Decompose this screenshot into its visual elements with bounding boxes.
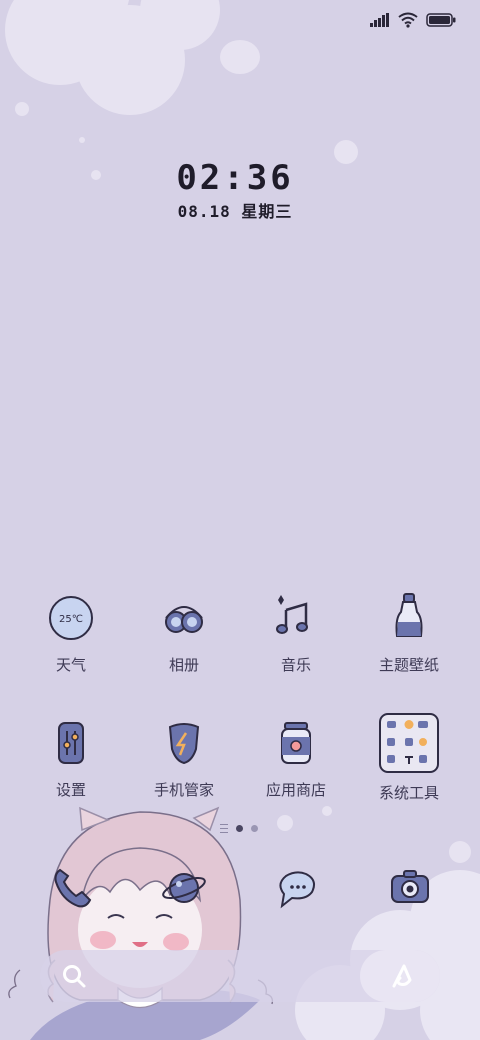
page-indicator[interactable] xyxy=(220,824,258,833)
page-dot-1 xyxy=(236,825,243,832)
status-bar xyxy=(370,8,456,32)
app-label-security: 手机管家 xyxy=(153,781,214,799)
app-label-music: 音乐 xyxy=(280,656,311,674)
app-store-icon xyxy=(281,722,311,764)
music-icon xyxy=(276,595,308,634)
lockscreen-clock[interactable]: 02:36 xyxy=(0,158,470,198)
page-indicator-minus-one xyxy=(220,824,228,833)
lockscreen-date: 08.18 星期三 xyxy=(177,202,293,221)
weather-icon: 25℃ xyxy=(49,596,93,640)
browser-icon[interactable] xyxy=(156,860,212,916)
messages-icon[interactable] xyxy=(270,860,326,916)
signal-icon xyxy=(370,13,389,27)
page-dot-2 xyxy=(251,825,258,832)
folder-system-tools[interactable]: 系统工具 xyxy=(353,712,465,803)
assistant-button[interactable] xyxy=(360,950,440,1002)
app-music[interactable]: 音乐 xyxy=(240,590,352,675)
app-label-themes: 主题壁纸 xyxy=(378,656,439,674)
app-label-system-tools: 系统工具 xyxy=(378,784,439,802)
app-settings[interactable]: 设置 xyxy=(15,715,127,800)
system-tools-folder-icon xyxy=(379,713,439,773)
phone-icon[interactable] xyxy=(44,860,100,916)
app-security[interactable]: 手机管家 xyxy=(128,715,240,800)
app-themes[interactable]: 主题壁纸 xyxy=(353,590,465,675)
security-icon xyxy=(168,723,200,765)
app-weather[interactable]: 25℃ 天气 xyxy=(15,590,127,675)
assistant-icon xyxy=(392,964,412,988)
themes-icon xyxy=(395,593,423,637)
wifi-icon xyxy=(398,12,418,28)
battery-icon xyxy=(426,13,456,27)
app-label-gallery: 相册 xyxy=(168,656,199,674)
camera-icon[interactable] xyxy=(382,860,438,916)
search-icon[interactable] xyxy=(60,962,88,990)
app-store[interactable]: 应用商店 xyxy=(240,715,352,800)
app-label-settings: 设置 xyxy=(55,781,86,799)
app-gallery[interactable]: 相册 xyxy=(128,590,240,675)
weather-temperature: 25℃ xyxy=(59,614,83,625)
app-label-weather: 天气 xyxy=(55,656,86,674)
app-label-store: 应用商店 xyxy=(265,781,326,799)
gallery-icon xyxy=(165,606,203,633)
settings-icon xyxy=(58,722,84,764)
